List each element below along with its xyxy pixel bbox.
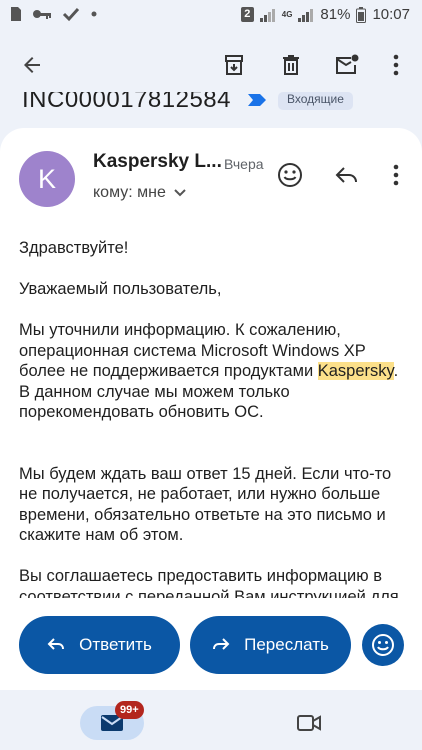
battery-icon [356,6,367,23]
message-body: Здравствуйте! Уважаемый пользователь, Мы… [19,238,399,648]
back-button[interactable] [17,50,47,80]
key-icon [32,8,52,20]
network-type: 4G [281,9,293,19]
more-vert-icon [393,54,399,76]
message-date: Вчера [224,156,264,172]
more-options-button[interactable] [381,50,411,80]
avatar[interactable]: K [19,151,75,207]
battery-percent: 81% [320,6,351,23]
forward-label: Переслать [244,635,329,654]
add-reaction-button[interactable] [275,160,305,190]
notification-count: 2 [240,7,254,22]
check-shield-icon [62,6,80,22]
more-vert-icon [393,164,399,186]
sender-name[interactable]: Kaspersky L... [93,151,222,173]
sim-icon [10,6,22,22]
body-paragraph-2: Мы будем ждать ваш ответ 15 дней. Если ч… [19,464,392,545]
archive-icon [225,55,243,75]
clock: 10:07 [372,6,410,23]
greeting: Здравствуйте! [19,239,129,257]
status-bar: 2 4G 81% 10:07 [0,0,422,30]
chevron-down-icon [174,189,186,197]
emoji-reaction-button[interactable] [362,624,404,666]
top-app-bar [0,30,422,100]
mark-unread-icon [336,54,359,74]
reply-label: Ответить [79,635,152,654]
delete-button[interactable] [276,50,306,80]
recipient-label: кому: мне [93,184,166,201]
emoji-icon [372,634,394,656]
video-icon [297,715,321,731]
dot-icon [90,10,98,18]
unread-badge: 99+ [115,701,144,719]
meet-tab[interactable] [296,710,322,736]
forward-button[interactable]: Переслать [190,616,351,674]
signal-icon [259,8,276,22]
search-highlight: Kaspersky [317,362,394,380]
importance-label-icon [248,94,266,106]
salutation: Уважаемый пользователь, [19,280,222,298]
reply-button[interactable]: Ответить [19,616,180,674]
recipient-row[interactable]: кому: мне [93,184,186,202]
reply-icon-button[interactable] [332,160,362,190]
signal-icon-2 [298,8,314,22]
reply-icon [335,167,357,183]
forward-icon [213,638,230,650]
mark-unread-button[interactable] [332,50,362,80]
bottom-navigation: 99+ [0,690,422,750]
inbox-label-chip[interactable]: Входящие [278,92,353,110]
reply-icon [47,638,65,650]
subject-text: INC000017812584 [22,92,232,113]
body-paragraph-1: Мы уточнили информацию. К сожалению, опе… [19,321,399,421]
delete-icon [283,55,299,75]
archive-button[interactable] [219,50,249,80]
message-more-button[interactable] [381,160,411,190]
back-arrow-icon [24,57,40,73]
subject-row: INC000017812584 Входящие [0,92,422,120]
emoji-icon [278,163,302,187]
